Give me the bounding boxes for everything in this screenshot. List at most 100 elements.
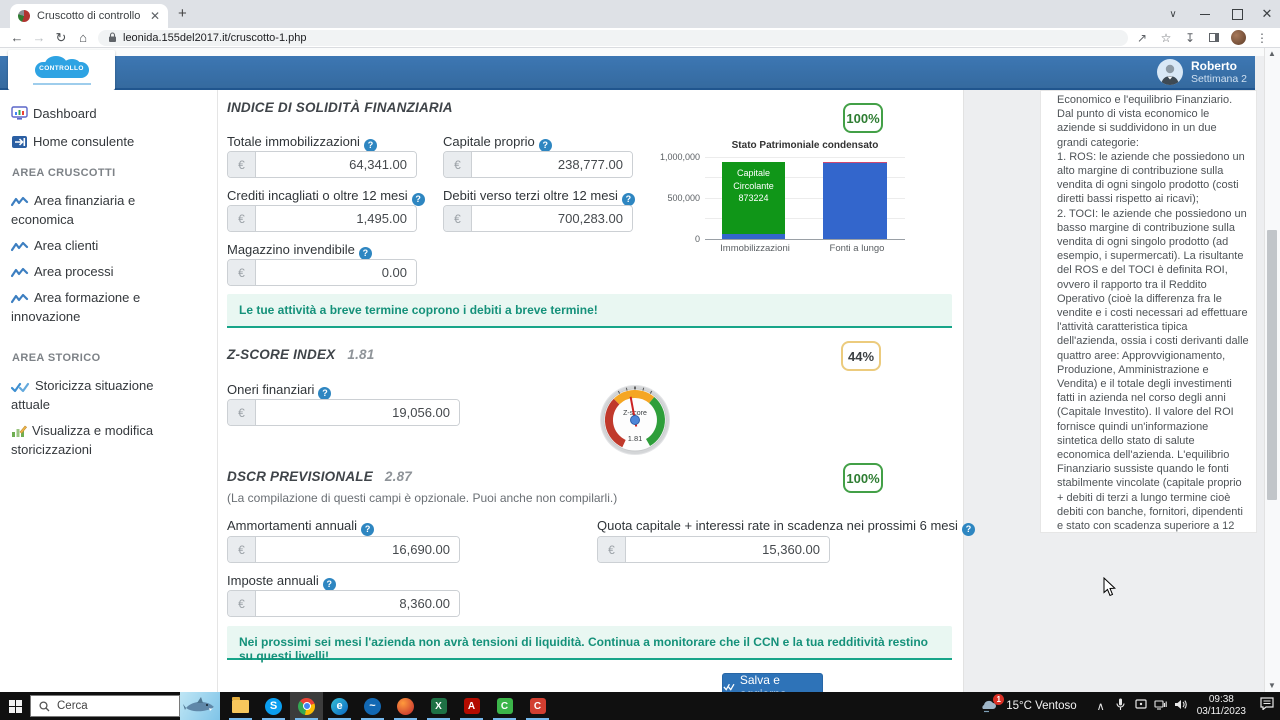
field-label-ammortamenti: Ammortamenti annuali <box>227 518 375 536</box>
alert-dscr: Nei prossimi sei mesi l'azienda non avrà… <box>227 626 952 663</box>
sidebar-item-area-formazione[interactable]: Area formazione e innovazione <box>10 288 193 326</box>
field-label-capitale-proprio: Capitale proprio <box>443 134 552 152</box>
scrollbar-down-arrow[interactable]: ▼ <box>1264 680 1280 692</box>
bookmark-star-icon[interactable]: ☆ <box>1154 31 1178 45</box>
user-block[interactable]: Roberto Settimana 2 <box>1156 58 1247 86</box>
dashboard-icon <box>11 106 28 120</box>
input-imposte: € <box>227 590 460 617</box>
taskbar-search[interactable]: Cerca <box>30 695 180 717</box>
sidebar-item-area-processi[interactable]: Area processi <box>10 262 207 281</box>
taskbar-app-acrobat[interactable]: A <box>455 692 488 720</box>
y-tick-label: 1,000,000 <box>659 152 700 162</box>
taskbar-app-wave[interactable]: ~ <box>356 692 389 720</box>
currency-addon: € <box>228 206 256 231</box>
side-panel-icon[interactable] <box>1202 33 1226 42</box>
chart-plot-area: Capitale Circolante 873224 <box>705 157 905 240</box>
chrome-icon <box>298 697 315 715</box>
reload-button[interactable]: ↻ <box>50 30 72 46</box>
edge-icon: e <box>331 697 348 715</box>
back-button[interactable]: ← <box>6 30 28 45</box>
search-placeholder: Cerca <box>57 700 88 712</box>
logo-subline <box>32 82 91 85</box>
field-label-debiti-terzi: Debiti verso terzi oltre 12 mesi <box>443 188 635 206</box>
app-logo[interactable]: CONTROLLO <box>8 50 115 90</box>
ammortamenti-input[interactable] <box>256 537 459 562</box>
totale-immobilizzazioni-input[interactable] <box>256 152 416 177</box>
capitale-proprio-input[interactable] <box>472 152 632 177</box>
url-bar[interactable]: leonida.155del2017.it/cruscotto-1.php <box>98 29 1128 46</box>
input-magazzino: € <box>227 259 417 286</box>
taskbar-app-excel[interactable]: X <box>422 692 455 720</box>
currency-addon: € <box>228 260 256 285</box>
start-button[interactable] <box>0 692 30 720</box>
action-center-icon[interactable] <box>1254 697 1280 715</box>
file-explorer-icon <box>232 696 249 713</box>
network-icon[interactable] <box>1151 699 1171 713</box>
new-tab-button[interactable]: + <box>178 6 187 21</box>
sidebar-item-area-clienti[interactable]: Area clienti <box>10 236 207 255</box>
bar-segment: Capitale Circolante 873224 <box>722 162 785 234</box>
alert-solidita: Le tue attività a breve termine coprono … <box>227 294 952 328</box>
sidebar-item-home-consulente[interactable]: Home consulente <box>11 132 207 151</box>
browser-profile-avatar[interactable] <box>1226 30 1250 45</box>
home-button[interactable]: ⌂ <box>72 30 94 45</box>
zscore-value: 1.81 <box>347 347 375 362</box>
taskbar-clock[interactable]: 09:38 03/11/2023 <box>1197 694 1246 718</box>
input-capitale-proprio: € <box>443 151 633 178</box>
window-minimize-button[interactable] <box>1190 0 1220 28</box>
section-title-text: INDICE DI SOLIDITÀ FINANZIARIA <box>227 100 453 115</box>
forward-button[interactable]: → <box>28 30 50 45</box>
browser-tab[interactable]: Cruscotto di controllo ✕ <box>10 4 168 28</box>
sidebar-item-visualizza-storicizzazioni[interactable]: Visualizza e modifica storicizzazioni <box>11 421 193 459</box>
taskbar-app-camtasia[interactable]: C <box>488 692 521 720</box>
widgets-image[interactable] <box>180 692 220 720</box>
section-title-dscr: DSCR PREVISIONALE 2.87 <box>227 469 412 484</box>
taskbar-app-explorer[interactable] <box>224 692 257 720</box>
bar-segment-label: Circolante <box>733 180 774 191</box>
crediti-incagliati-input[interactable] <box>256 206 416 231</box>
section-title-zscore: Z-SCORE INDEX 1.81 <box>227 347 375 362</box>
help-icon[interactable] <box>961 523 975 536</box>
dscr-badge: 100% <box>843 463 883 493</box>
field-label-quota-capitale: Quota capitale + interessi rate in scade… <box>597 518 975 536</box>
taskbar-app-edge[interactable]: e <box>323 692 356 720</box>
taskbar-app-c-red[interactable]: C <box>521 692 554 720</box>
imposte-input[interactable] <box>256 591 459 616</box>
scrollbar-up-arrow[interactable]: ▲ <box>1264 48 1280 60</box>
scrollbar-thumb[interactable] <box>1267 230 1277 500</box>
taskbar-app-flame[interactable] <box>389 692 422 720</box>
magazzino-input[interactable] <box>256 260 416 285</box>
taskbar-app-chrome[interactable] <box>290 692 323 720</box>
device-icon[interactable] <box>1131 699 1151 713</box>
tray-chevron-icon[interactable]: ∧ <box>1091 700 1111 713</box>
share-icon[interactable]: ↗ <box>1130 31 1154 45</box>
input-ammortamenti: € <box>227 536 460 563</box>
chart-pencil-icon <box>12 425 28 437</box>
window-close-button[interactable]: ✕ <box>1254 0 1280 28</box>
tab-search-chevron-icon[interactable]: ∨ <box>1160 0 1186 28</box>
sidebar-item-storicizza[interactable]: Storicizza situazione attuale <box>10 376 193 414</box>
browser-menu-icon[interactable]: ⋮ <box>1250 31 1274 45</box>
download-icon[interactable]: ↧ <box>1178 31 1202 45</box>
url-text: leonida.155del2017.it/cruscotto-1.php <box>123 31 307 44</box>
taskbar-app-skype[interactable]: S <box>257 692 290 720</box>
bar-segment-label: 873224 <box>738 193 769 204</box>
dscr-note: (La compilazione di questi campi è opzio… <box>227 491 618 505</box>
sidebar-label: Dashboard <box>33 106 97 121</box>
taskbar-weather[interactable]: 1 15°C Ventoso <box>981 694 1077 713</box>
sidebar-item-dashboard[interactable]: Dashboard <box>11 104 207 123</box>
sidebar: Dashboard Home consulente AREA CRUSCOTTI… <box>0 90 218 692</box>
microphone-icon[interactable] <box>1111 698 1131 714</box>
help-icon[interactable] <box>361 523 375 536</box>
debiti-terzi-input[interactable] <box>472 206 632 231</box>
oneri-finanziari-input[interactable] <box>256 400 459 425</box>
info-paragraph: 2. TOCI: le aziende che possiedono un ba… <box>1057 207 1249 533</box>
solidity-score-badge: 100% <box>843 103 883 133</box>
quota-capitale-input[interactable] <box>626 537 829 562</box>
browser-tab-strip: Cruscotto di controllo ✕ + ∨ ✕ <box>0 0 1280 28</box>
speaker-icon[interactable] <box>1171 699 1191 713</box>
window-maximize-button[interactable] <box>1222 0 1252 28</box>
sidebar-item-area-finanziaria[interactable]: Area finanziaria e economica <box>10 191 193 229</box>
excel-icon: X <box>430 698 447 714</box>
tab-close-icon[interactable]: ✕ <box>150 10 160 22</box>
